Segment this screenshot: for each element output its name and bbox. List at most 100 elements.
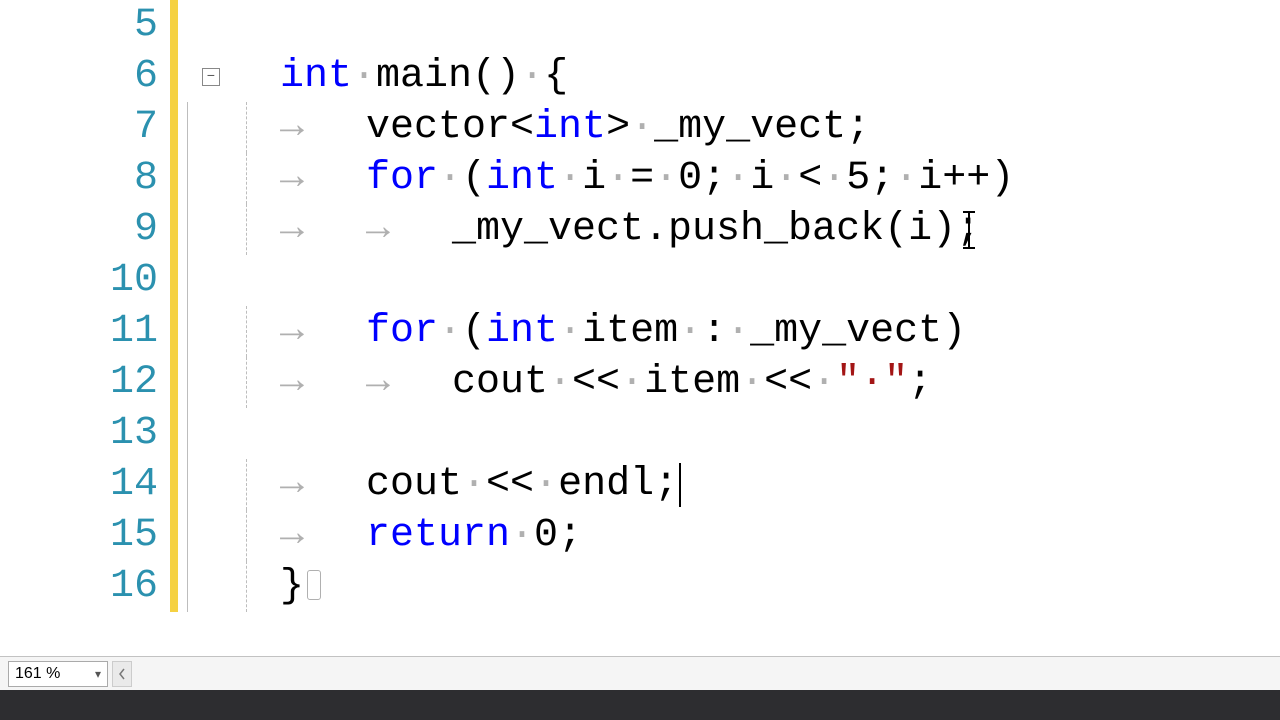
code-viewport[interactable]: 56int·main()·{7→vector<int>·_my_vect;8→f… [0, 0, 1280, 656]
token-ws-dot: · [438, 156, 462, 201]
token-ws-dot: · [740, 360, 764, 405]
token-ws-dot: · [438, 309, 462, 354]
code-text[interactable]: int·main()·{ [244, 51, 568, 102]
code-text[interactable]: →cout·<<·endl; [244, 459, 681, 510]
outline-margin [178, 510, 244, 561]
change-bar [170, 51, 178, 102]
code-line[interactable]: 5 [0, 0, 1280, 51]
code-text[interactable]: →vector<int>·_my_vect; [244, 102, 870, 153]
token-num: 5 [846, 156, 870, 201]
token-ws-dot: · [726, 309, 750, 354]
token-kw: for [366, 309, 438, 354]
token-op: > [606, 105, 630, 150]
token-ident: _my_vect [750, 309, 942, 354]
code-text[interactable]: →→cout·<<·item·<<·"·"; [244, 357, 932, 408]
code-text[interactable]: →for·(int·i·=·0;·i·<·5;·i++) [244, 153, 1014, 204]
code-line[interactable]: 12→→cout·<<·item·<<·"·"; [0, 357, 1280, 408]
token-op: ( [462, 309, 486, 354]
change-bar [170, 204, 178, 255]
token-ws-arrow: → [280, 204, 366, 255]
token-op: : [702, 309, 726, 354]
token-ident: cout [452, 360, 548, 405]
code-line[interactable]: 9→→_my_vect.push_back(i); [0, 204, 1280, 255]
token-ws-dot: · [534, 462, 558, 507]
code-line[interactable]: 14→cout·<<·endl; [0, 459, 1280, 510]
token-ws-dot: · [774, 156, 798, 201]
code-text[interactable]: →→_my_vect.push_back(i); [244, 204, 980, 255]
hscroll-left-button[interactable] [112, 661, 132, 687]
token-op: << [764, 360, 812, 405]
token-ident: item [644, 360, 740, 405]
change-bar [170, 459, 178, 510]
token-ws-dot: · [822, 156, 846, 201]
outline-margin [178, 561, 244, 612]
code-line[interactable]: 7 →vector<int>·_my_vect; [0, 102, 1280, 153]
outline-margin [178, 357, 244, 408]
change-bar [170, 510, 178, 561]
code-text[interactable]: →for·(int·item·:·_my_vect) [244, 306, 966, 357]
token-ws-arrow: → [280, 102, 366, 153]
token-ident: endl [558, 462, 654, 507]
code-line[interactable]: 11→for·(int·item·:·_my_vect) [0, 306, 1280, 357]
token-op: ( [462, 156, 486, 201]
token-ident: i [750, 156, 774, 201]
token-kw: for [366, 156, 438, 201]
token-ws-dot: · [678, 309, 702, 354]
line-number: 15 [0, 510, 170, 561]
token-ws-arrow: → [280, 510, 366, 561]
end-of-file-glyph [307, 570, 321, 600]
change-bar [170, 561, 178, 612]
token-op: ) [990, 156, 1014, 201]
token-ident: _my_vect.push_back(i); [452, 207, 980, 252]
token-ws-dot: · [352, 54, 376, 99]
token-ident: vector [366, 105, 510, 150]
token-op: << [572, 360, 620, 405]
token-op: ; [654, 462, 678, 507]
code-line[interactable]: 8→for·(int·i·=·0;·i·<·5;·i++) [0, 153, 1280, 204]
code-text[interactable]: } [244, 561, 321, 612]
change-bar [170, 153, 178, 204]
zoom-dropdown[interactable]: 161 % ▾ [8, 661, 108, 687]
editor-bottom-bar: 161 % ▾ [0, 656, 1280, 690]
outline-margin [178, 459, 244, 510]
line-number: 13 [0, 408, 170, 459]
line-number: 9 [0, 204, 170, 255]
code-line[interactable]: 16} [0, 561, 1280, 612]
token-op: { [544, 54, 568, 99]
token-ws-dot: · [654, 156, 678, 201]
token-ws-arrow: → [280, 459, 366, 510]
code-line[interactable]: 13 [0, 408, 1280, 459]
token-op: << [486, 462, 534, 507]
token-ws-arrow2: → [366, 204, 452, 255]
code-line[interactable]: 6int·main()·{ [0, 51, 1280, 102]
token-ws-dot: · [510, 513, 534, 558]
token-num: 0 [678, 156, 702, 201]
code-text[interactable]: →return·0; [244, 510, 582, 561]
token-str: "·" [836, 360, 908, 405]
change-bar [170, 102, 178, 153]
outline-margin [178, 0, 244, 51]
token-ident: item [582, 309, 678, 354]
line-number: 6 [0, 51, 170, 102]
token-kw: int [486, 309, 558, 354]
token-ws-dot: · [606, 156, 630, 201]
outline-margin [178, 102, 244, 153]
token-ws-dot: · [548, 360, 572, 405]
code-line[interactable]: 10 [0, 255, 1280, 306]
token-op: } [280, 564, 304, 609]
change-bar [170, 255, 178, 306]
chevron-down-icon: ▾ [95, 667, 101, 681]
bottom-panel-strip [0, 690, 1280, 720]
token-ident: _my_vect; [654, 105, 870, 150]
code-line[interactable]: 15 →return·0; [0, 510, 1280, 561]
outline-margin [178, 306, 244, 357]
fold-toggle[interactable] [202, 68, 220, 86]
token-kw: int [280, 54, 352, 99]
token-ws-dot: · [558, 156, 582, 201]
token-ident: i++ [918, 156, 990, 201]
token-op: ; [908, 360, 932, 405]
token-ws-arrow: → [280, 357, 366, 408]
line-number: 10 [0, 255, 170, 306]
line-number: 7 [0, 102, 170, 153]
line-number: 12 [0, 357, 170, 408]
